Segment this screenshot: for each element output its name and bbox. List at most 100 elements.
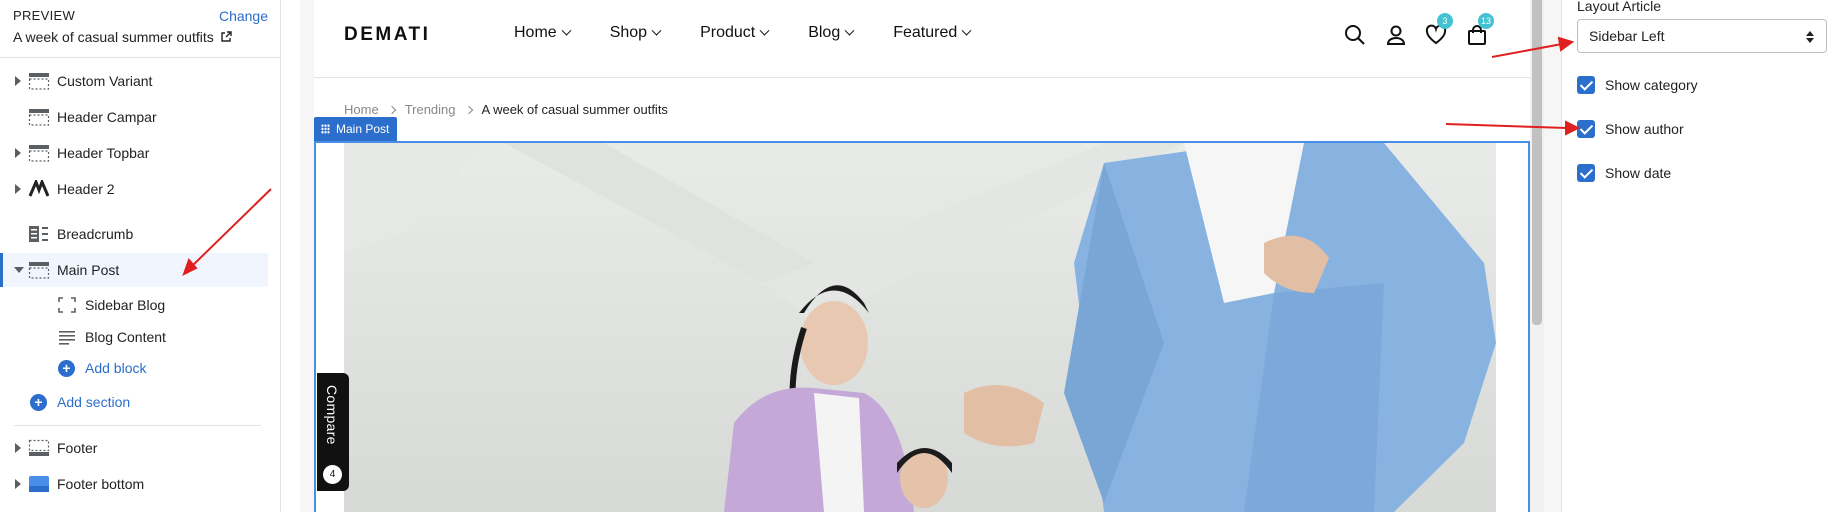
search-icon[interactable] [1344,24,1366,46]
section-settings-panel: Layout Article Sidebar Left Show categor… [1561,0,1834,512]
chevron-down-icon [561,25,572,36]
wishlist-count-badge: 3 [1437,13,1453,29]
layout-article-value: Sidebar Left [1589,28,1665,44]
section-header-2[interactable]: Header 2 [0,172,281,206]
store-logo[interactable]: DEMATI [344,24,430,46]
store-page: DEMATI Home Shop Product Blog Featured 3 [314,0,1530,512]
section-label: Header 2 [57,181,115,197]
section-header-topbar[interactable]: Header Topbar [0,136,281,170]
theme-sections-panel: PREVIEW Change A week of casual summer o… [0,0,281,512]
footer-section-icon [28,439,50,456]
nav-blog[interactable]: Blog [808,24,855,42]
main-nav: Home Shop Product Blog Featured [514,24,1010,42]
nav-label: Blog [808,24,841,41]
block-label: Blog Content [85,329,166,345]
block-label: Sidebar Blog [85,297,166,313]
preview-page-title[interactable]: A week of casual summer outfits [13,29,268,45]
breadcrumb-home[interactable]: Home [344,102,379,117]
section-label: Footer [57,440,98,456]
compare-count-badge: 4 [323,465,342,484]
layout-article-select[interactable]: Sidebar Left [1577,19,1827,53]
nav-label: Home [514,24,557,41]
show-category-option[interactable]: Show category [1577,76,1698,94]
expand-caret-icon[interactable] [15,148,21,158]
plus-circle-icon: + [58,359,75,377]
drag-grip-icon [321,124,330,134]
add-section-button[interactable]: + Add section [0,385,281,419]
preview-scrollbar-thumb[interactable] [1532,0,1542,325]
selected-section-outline [314,141,1530,512]
expand-caret-icon[interactable] [15,443,21,453]
plus-circle-icon: + [30,393,47,411]
section-custom-variant[interactable]: Custom Variant [0,64,281,98]
header-section-icon [28,109,50,126]
compare-tab[interactable]: Compare 4 [317,373,349,491]
brand-logo-icon [28,180,50,197]
show-category-checkbox[interactable] [1577,76,1595,94]
chevron-down-icon [961,25,972,36]
preview-header: PREVIEW Change A week of casual summer o… [13,8,268,45]
block-sidebar-blog[interactable]: Sidebar Blog [0,288,281,322]
cart-icon[interactable]: 13 [1466,13,1494,46]
preview-title-text: A week of casual summer outfits [13,29,214,45]
sidebar-block-icon [58,297,76,313]
chevron-down-icon [651,25,662,36]
section-layout-icon [28,73,50,90]
breadcrumb-current: A week of casual summer outfits [481,102,668,117]
expand-caret-icon[interactable] [15,76,21,86]
chevron-right-icon [464,105,473,114]
nav-shop[interactable]: Shop [609,24,662,42]
main-post-section-tag[interactable]: Main Post [314,117,398,141]
block-blog-content[interactable]: Blog Content [0,320,281,354]
section-layout-icon [28,262,50,279]
change-link[interactable]: Change [219,8,268,24]
nav-home[interactable]: Home [514,24,572,42]
nav-featured[interactable]: Featured [893,24,972,42]
breadcrumb-trending[interactable]: Trending [405,102,456,117]
option-label: Show category [1605,77,1698,93]
section-label: Custom Variant [57,73,153,89]
store-header: DEMATI Home Shop Product Blog Featured 3 [314,0,1530,78]
chevron-right-icon [387,105,396,114]
section-footer-bottom[interactable]: Footer bottom [0,467,281,501]
show-date-checkbox[interactable] [1577,164,1595,182]
breadcrumb-icon [29,226,48,242]
layout-article-label: Layout Article [1577,0,1662,14]
collapse-caret-icon[interactable] [14,267,24,273]
add-section-label: Add section [57,394,131,410]
section-label: Header Campar [57,109,157,125]
nav-label: Shop [609,24,648,41]
expand-caret-icon[interactable] [15,184,21,194]
option-label: Show date [1605,165,1672,181]
chevron-down-icon [759,25,770,36]
nav-product[interactable]: Product [700,24,770,42]
section-label: Breadcrumb [57,226,134,242]
footer-bottom-icon [29,476,49,492]
wishlist-icon[interactable]: 3 [1425,13,1453,46]
compare-label: Compare [324,385,340,445]
show-author-checkbox[interactable] [1577,120,1595,138]
divider [0,57,281,58]
add-block-button[interactable]: + Add block [0,351,281,385]
show-author-option[interactable]: Show author [1577,120,1684,138]
option-label: Show author [1605,121,1684,137]
section-label: Main Post [57,262,120,278]
chevron-down-icon [844,25,855,36]
breadcrumb: Home Trending A week of casual summer ou… [344,102,668,117]
section-tag-label: Main Post [336,122,390,136]
nav-label: Product [700,24,756,41]
text-lines-icon [59,331,75,345]
select-arrows-icon [1806,31,1814,43]
account-icon[interactable] [1385,24,1407,46]
add-block-label: Add block [85,360,147,376]
section-header-campar[interactable]: Header Campar [0,100,281,134]
divider [14,425,261,426]
show-date-option[interactable]: Show date [1577,164,1671,182]
header-section-icon [28,145,50,162]
section-main-post[interactable]: Main Post [0,253,268,287]
storefront-preview: DEMATI Home Shop Product Blog Featured 3 [300,0,1562,512]
external-link-icon[interactable] [220,31,232,43]
section-footer[interactable]: Footer [0,431,281,465]
expand-caret-icon[interactable] [15,479,21,489]
section-breadcrumb[interactable]: Breadcrumb [0,217,281,251]
